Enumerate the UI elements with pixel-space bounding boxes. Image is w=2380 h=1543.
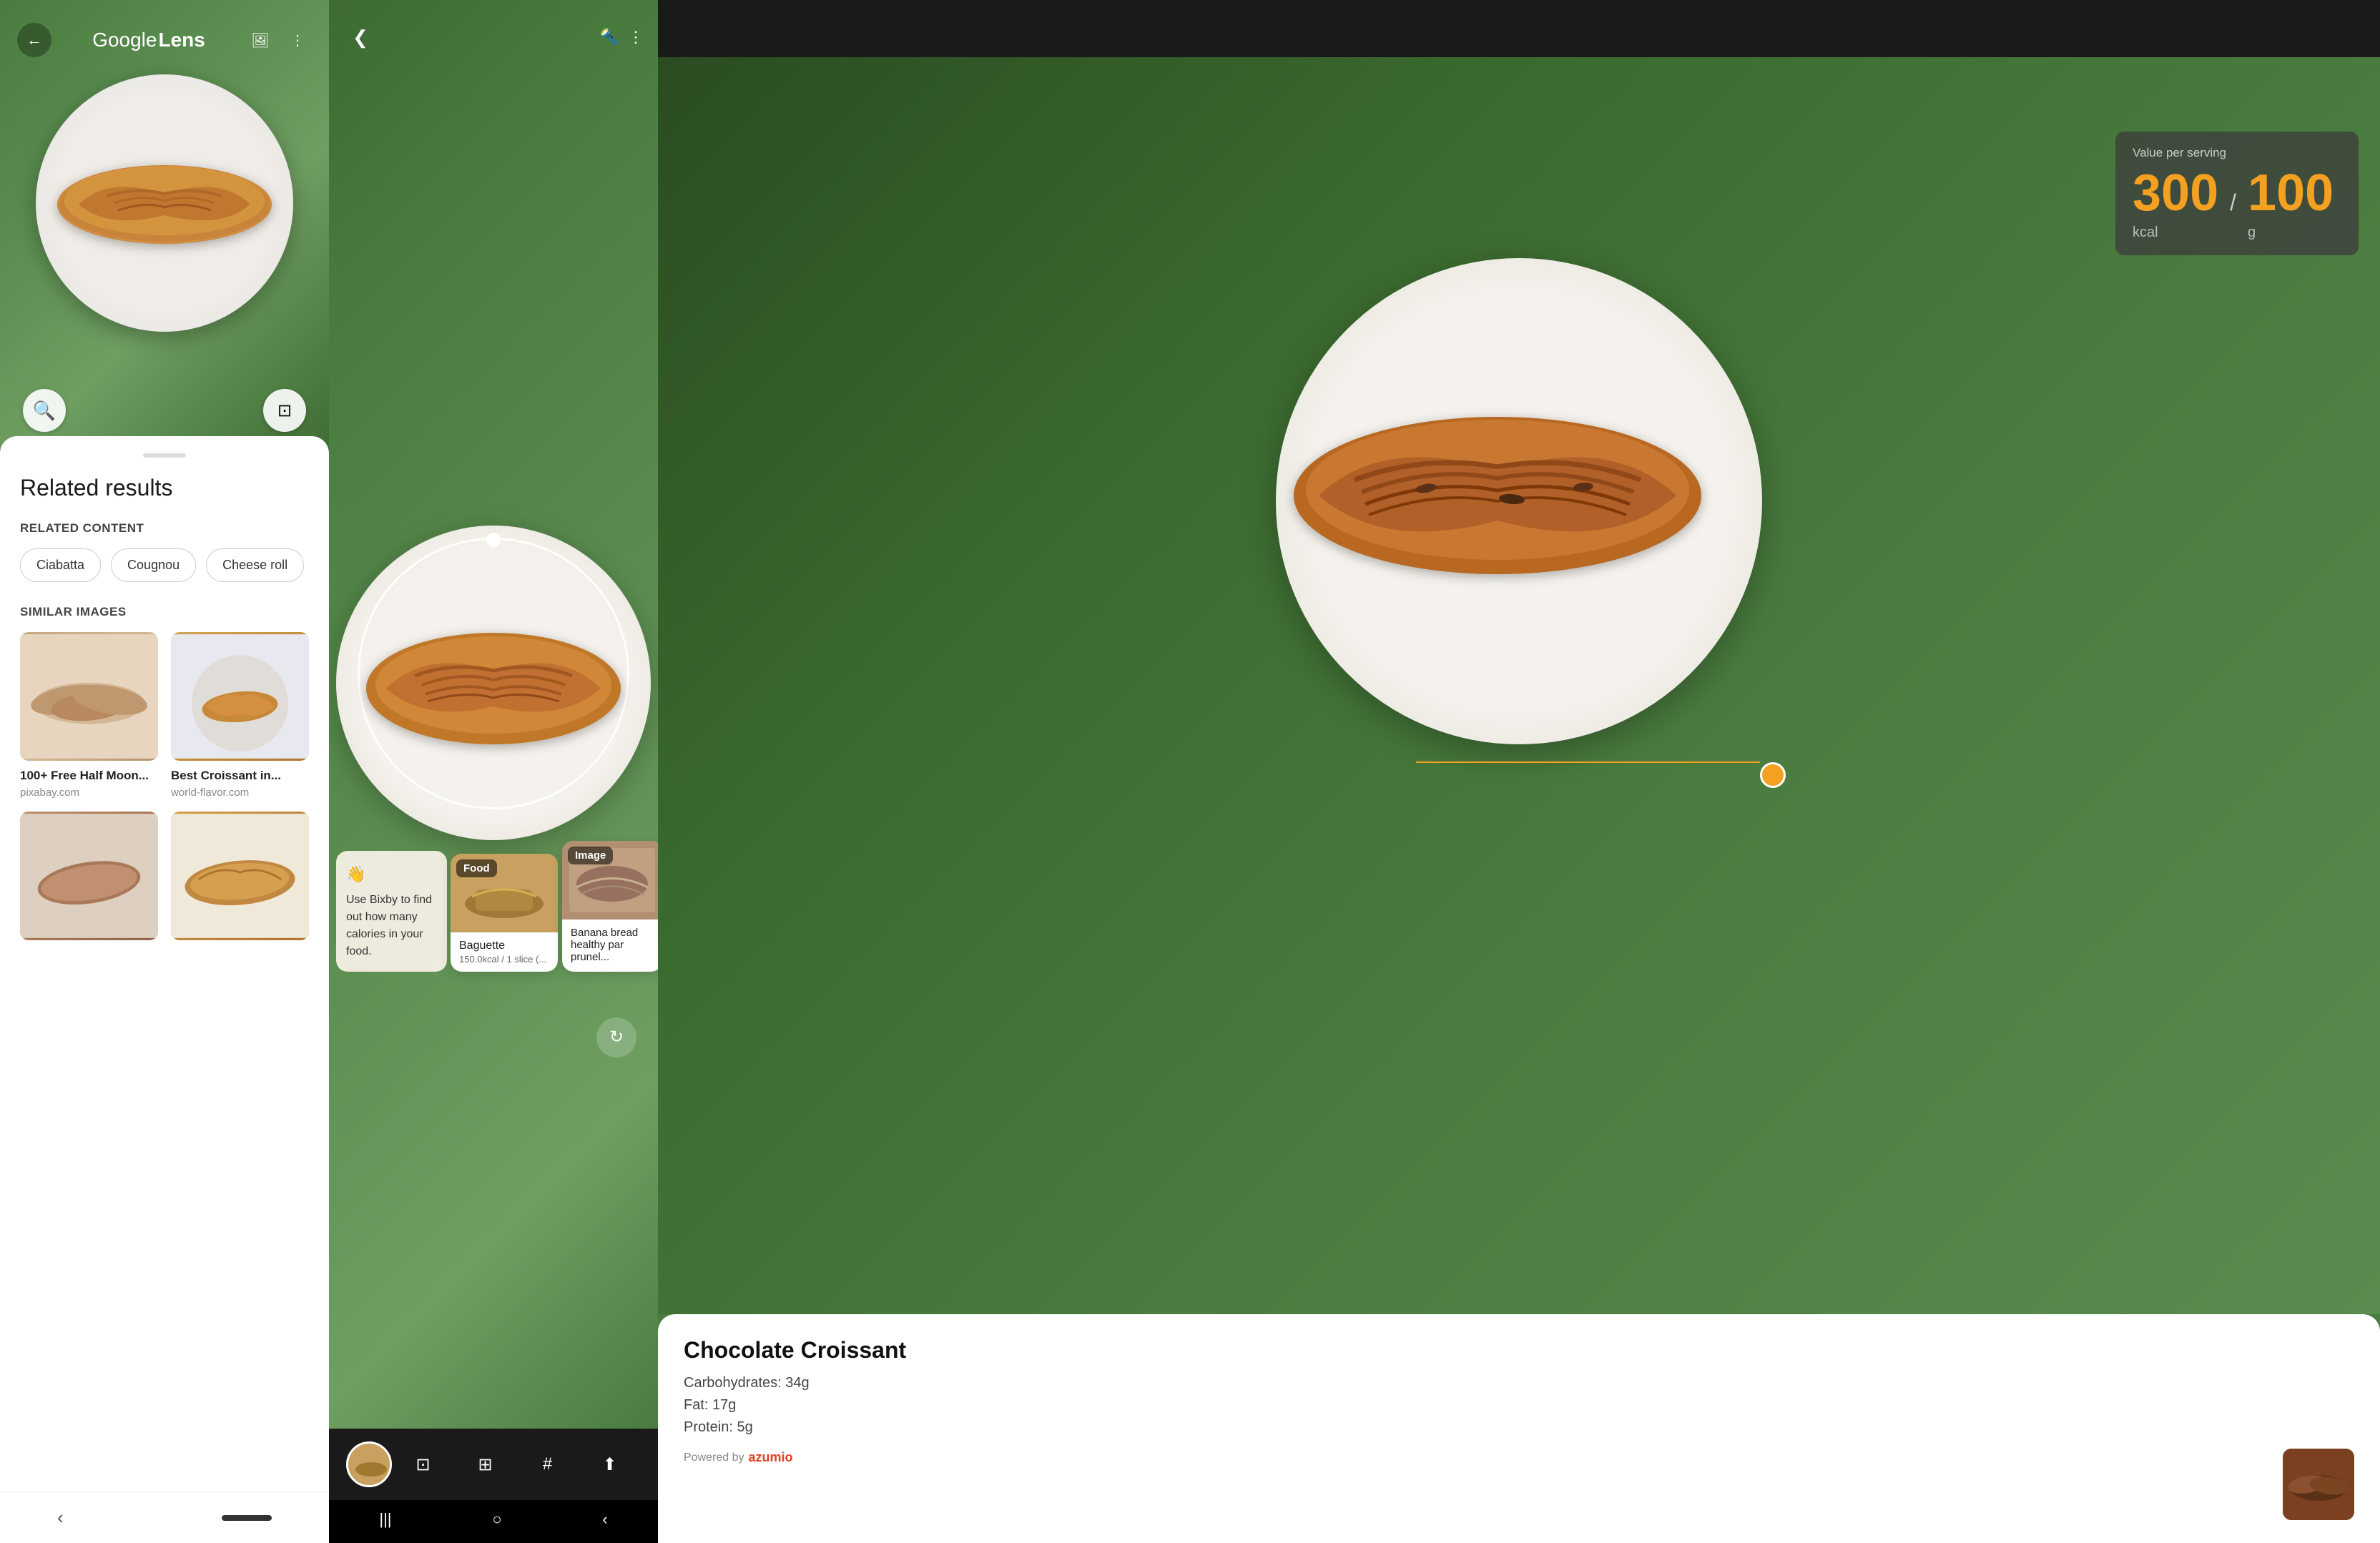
powered-by-label: Powered by [684, 1451, 744, 1464]
nutrition-info-card: Chocolate Croissant Carbohydrates: 34g F… [658, 1314, 2380, 1543]
home-button[interactable]: ○ [492, 1510, 501, 1529]
bottom-navigation: ‹ [0, 1492, 329, 1543]
fat-value: Fat: 17g [684, 1397, 2354, 1414]
food-card-title: Baguette [459, 940, 549, 952]
gram-value: 100 [2248, 164, 2334, 222]
food-suggestion-card[interactable]: Food Baguette 150.0kcal / 1 slice (... [451, 854, 558, 972]
back-button[interactable]: ‹ [602, 1510, 607, 1529]
slash-separator: / [2230, 189, 2236, 216]
similar-images-label: SIMILAR IMAGES [20, 605, 309, 619]
croissant-nutrition-image [1283, 395, 1712, 596]
results-panel: Related results RELATED CONTENT Ciabatta… [0, 436, 329, 1492]
more-options-icon[interactable]: ⋮ [628, 28, 644, 46]
brand-name: azumio [749, 1450, 793, 1465]
image-card-image: Image [562, 841, 658, 920]
similar-image-4 [171, 812, 309, 940]
kcal-value: 300 [2133, 164, 2218, 222]
lens-handle[interactable] [486, 533, 501, 547]
dark-top-bar [658, 0, 2380, 57]
header-actions: 🖼 ⋮ [246, 26, 312, 54]
similar-image-2 [171, 632, 309, 761]
system-navigation: ||| ○ ‹ [329, 1500, 658, 1543]
flashlight-icon[interactable]: 🔦 [600, 28, 619, 46]
panel-bixby: ❮ 🔦 ⋮ ↓ Croissant ↻ 👋 [329, 0, 658, 1543]
recent-apps-button[interactable]: ||| [379, 1510, 391, 1529]
carbohydrates-value: Carbohydrates: 34g [684, 1375, 2354, 1391]
similar-item-4[interactable] [171, 812, 309, 947]
similar-item-1-title: 100+ Free Half Moon... [20, 768, 158, 784]
gallery-icon[interactable]: 🖼 [246, 26, 275, 54]
scan-tool-button[interactable]: ⊡ [403, 1444, 443, 1484]
protein-value: Protein: 5g [684, 1419, 2354, 1436]
back-button[interactable]: ← [17, 23, 51, 57]
search-overlay-button[interactable]: 🔍 [23, 389, 66, 432]
similar-item-1[interactable]: 100+ Free Half Moon... pixabay.com [20, 632, 158, 799]
hashtag-tool-button[interactable]: # [528, 1444, 568, 1484]
lens-arrow: ↓ [490, 799, 498, 817]
food-card-calories: 150.0kcal / 1 slice (... [459, 954, 549, 965]
image-badge: Image [568, 847, 613, 864]
similar-item-2-title: Best Croissant in... [171, 768, 309, 784]
powered-by: Powered by azumio [684, 1450, 2354, 1465]
similar-item-3[interactable] [20, 812, 158, 947]
image-card-title: Banana bread healthy par prunel... [571, 927, 654, 963]
food-thumbnail [2283, 1449, 2354, 1520]
food-card-image: Food [451, 854, 558, 932]
results-title: Related results [20, 475, 309, 501]
gram-unit: g [2248, 225, 2334, 241]
bixby-text: Use Bixby to find out how many calories … [346, 892, 437, 960]
translate-tool-button[interactable]: ⊞ [466, 1444, 506, 1484]
bixby-suggestion-card: 👋 Use Bixby to find out how many calorie… [336, 851, 447, 972]
panel2-header: ❮ 🔦 ⋮ [329, 0, 658, 54]
share-tool-button[interactable]: ⬆ [590, 1444, 630, 1484]
image-card-info: Banana bread healthy par prunel... [562, 920, 658, 972]
refresh-button[interactable]: ↻ [596, 1017, 636, 1058]
crop-overlay-button[interactable]: ⊡ [263, 389, 306, 432]
panel2-back-button[interactable]: ❮ [343, 20, 378, 54]
similar-images-grid: 100+ Free Half Moon... pixabay.com Best … [20, 632, 309, 947]
chip-cougnou[interactable]: Cougnou [111, 548, 196, 582]
food-item-title: Chocolate Croissant [684, 1337, 2354, 1364]
nutrition-values: 300 kcal / 100 g [2133, 167, 2341, 241]
nav-back-button[interactable]: ‹ [57, 1507, 64, 1529]
related-content-label: RELATED CONTENT [20, 521, 309, 536]
app-header: ← Google Lens 🖼 ⋮ [0, 0, 329, 69]
nutrition-info-box: Value per serving 300 kcal / 100 g [2115, 132, 2359, 255]
nutrition-pointer-line [1416, 761, 1761, 763]
drag-handle[interactable] [143, 453, 186, 458]
food-badge: Food [456, 859, 497, 877]
nutrition-photo-view: Value per serving 300 kcal / 100 g [658, 0, 2380, 1314]
chip-ciabatta[interactable]: Ciabatta [20, 548, 101, 582]
similar-image-1 [20, 632, 158, 761]
similar-item-2[interactable]: Best Croissant in... world-flavor.com [171, 632, 309, 799]
image-suggestion-card[interactable]: Image Banana bread healthy par prunel... [562, 841, 658, 972]
nutrition-serving-label: Value per serving [2133, 146, 2341, 160]
nutrients-list: Carbohydrates: 34g Fat: 17g Protein: 5g [684, 1375, 2354, 1436]
panel2-bottom-bar: ⊡ ⊞ # ⬆ [329, 1429, 658, 1500]
related-chips: Ciabatta Cougnou Cheese roll [20, 548, 309, 582]
chip-cheese-roll[interactable]: Cheese roll [206, 548, 304, 582]
bixby-icon: 👋 [346, 862, 437, 886]
photo-view: ← Google Lens 🖼 ⋮ 🔍 ⊡ [0, 0, 329, 458]
similar-item-2-source: world-flavor.com [171, 787, 309, 799]
more-options-icon[interactable]: ⋮ [283, 26, 312, 54]
bixby-photo-view: ❮ 🔦 ⋮ ↓ Croissant ↻ 👋 [329, 0, 658, 1429]
similar-image-3 [20, 812, 158, 940]
croissant-image [50, 154, 279, 269]
kcal-unit: kcal [2133, 225, 2218, 241]
nav-pill[interactable] [222, 1515, 272, 1521]
app-title: Google Lens [92, 29, 205, 51]
panel2-right-icons: 🔦 ⋮ [600, 28, 644, 46]
photo-thumbnail[interactable] [346, 1441, 392, 1487]
panel-nutrition: Value per serving 300 kcal / 100 g Choco… [658, 0, 2380, 1543]
similar-item-1-source: pixabay.com [20, 787, 158, 799]
panel2-toolbar: ⊡ ⊞ # ⬆ [392, 1444, 641, 1484]
nutrition-pointer-dot [1760, 762, 1786, 788]
croissant-large-image [358, 617, 629, 760]
panel-google-lens: ← Google Lens 🖼 ⋮ 🔍 ⊡ Related results RE… [0, 0, 329, 1543]
food-card-info: Baguette 150.0kcal / 1 slice (... [451, 932, 558, 972]
